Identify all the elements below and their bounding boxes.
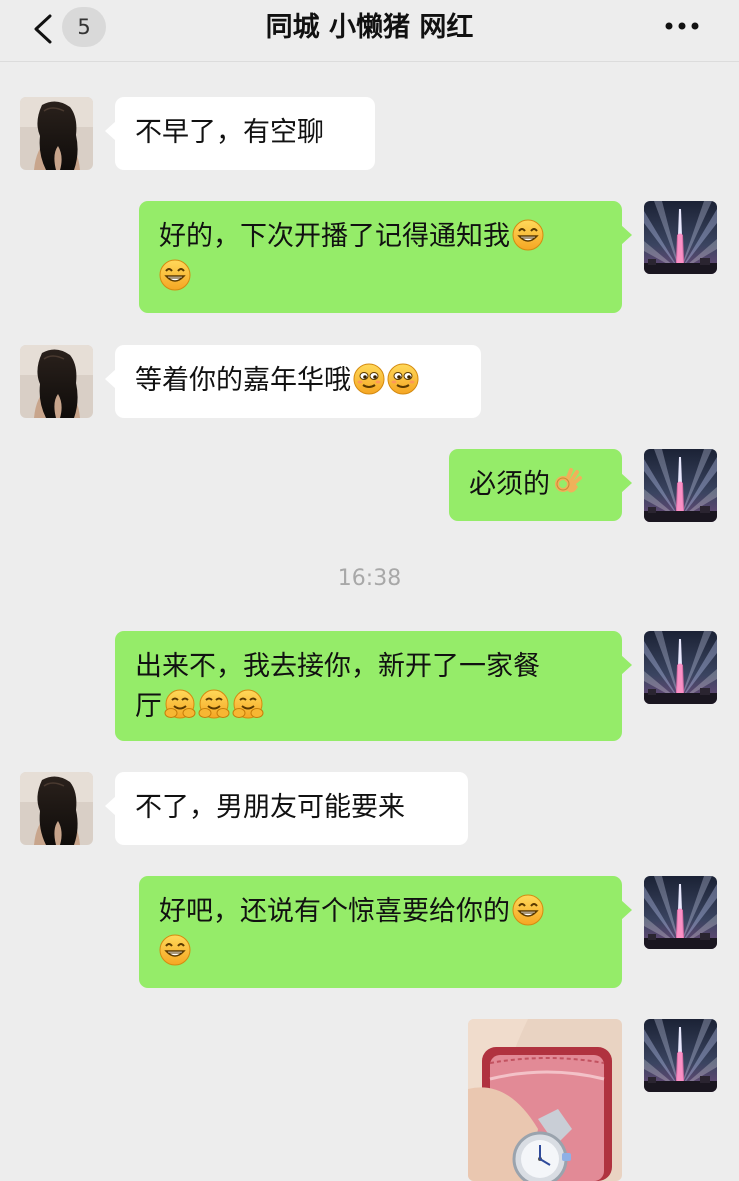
chat-title: 同城 小懒猪 网红: [265, 12, 474, 43]
my-avatar[interactable]: [644, 1019, 717, 1092]
grin-emoji-icon: [512, 219, 544, 251]
grin-emoji-icon: [159, 934, 191, 966]
message-text: 不早了，有空聊: [135, 117, 324, 148]
received-message-bubble[interactable]: 等着你的嘉年华哦: [105, 345, 481, 418]
hug-emoji-icon: [164, 689, 196, 721]
message-timestamp: 16:38: [337, 566, 402, 591]
my-avatar[interactable]: [644, 876, 717, 949]
my-avatar[interactable]: [644, 449, 717, 522]
message-text: 出来不，我去接你，新开了一家餐: [135, 651, 540, 682]
contact-avatar[interactable]: [20, 772, 93, 845]
my-avatar[interactable]: [644, 631, 717, 704]
more-options-icon[interactable]: [664, 21, 700, 31]
smug-emoji-icon: [353, 363, 385, 395]
message-text: 好吧，还说有个惊喜要给你的: [159, 896, 510, 927]
contact-avatar[interactable]: [20, 97, 93, 170]
hug-emoji-icon: [198, 689, 230, 721]
received-message-bubble[interactable]: 不了，男朋友可能要来: [105, 772, 468, 845]
sent-message-bubble[interactable]: 好吧，还说有个惊喜要给你的: [139, 876, 632, 988]
smug-emoji-icon: [387, 363, 419, 395]
watch-in-box-photo[interactable]: [468, 1019, 622, 1181]
sent-message-bubble[interactable]: 出来不，我去接你，新开了一家餐 厅: [115, 631, 632, 741]
message-text: 必须的: [469, 469, 550, 500]
chat-header: 5 同城 小懒猪 网红: [0, 0, 739, 62]
contact-avatar[interactable]: [20, 345, 93, 418]
message-text: 等着你的嘉年华哦: [135, 365, 351, 396]
sent-message-bubble[interactable]: 好的，下次开播了记得通知我: [139, 201, 632, 313]
message-text: 好的，下次开播了记得通知我: [159, 221, 510, 252]
grin-emoji-icon: [159, 259, 191, 291]
message-text: 厅: [135, 691, 162, 722]
my-avatar[interactable]: [644, 201, 717, 274]
sent-message-bubble[interactable]: 必须的: [449, 449, 632, 521]
hug-emoji-icon: [232, 689, 264, 721]
ok-hand-emoji-icon: [552, 467, 584, 499]
received-message-bubble[interactable]: 不早了，有空聊: [105, 97, 375, 170]
message-text: 不了，男朋友可能要来: [135, 792, 405, 823]
grin-emoji-icon: [512, 894, 544, 926]
